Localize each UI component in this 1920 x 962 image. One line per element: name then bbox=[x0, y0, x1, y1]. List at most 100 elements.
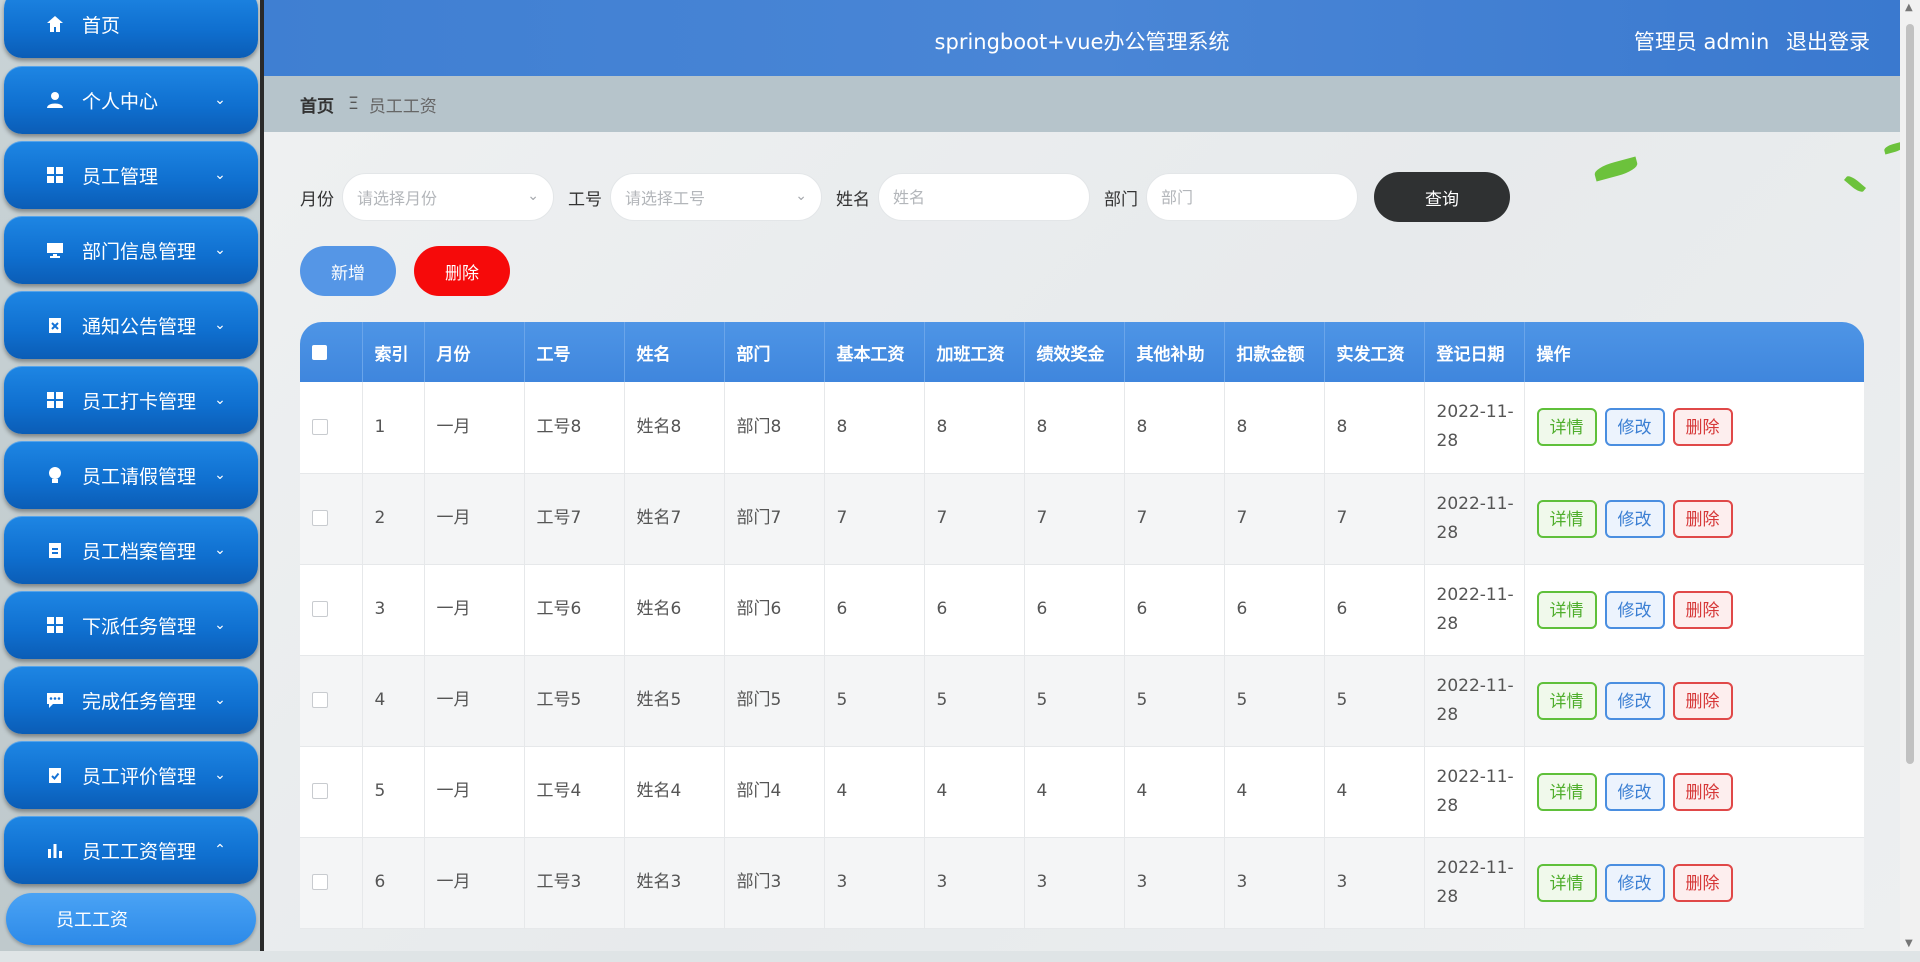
table-cell: 7 bbox=[924, 473, 1025, 565]
table-cell: 4 bbox=[1224, 746, 1325, 838]
leaf-decoration bbox=[1592, 156, 1640, 182]
chevron-down-icon: ⌄ bbox=[214, 92, 226, 108]
dept-input[interactable] bbox=[1146, 173, 1358, 221]
sidebar-item-2[interactable]: 个人中心 ⌄ bbox=[4, 66, 258, 134]
table-cell: 部门6 bbox=[724, 564, 825, 656]
row-delete-button[interactable]: 删除 bbox=[1672, 772, 1733, 811]
table-cell: 5 bbox=[924, 655, 1025, 747]
sidebar-item-4[interactable]: 部门信息管理 ⌄ bbox=[4, 216, 258, 284]
sidebar-item-9[interactable]: 下派任务管理 ⌄ bbox=[4, 591, 258, 659]
page-scrollbar[interactable]: ▲ ▼ bbox=[1900, 0, 1920, 951]
month-select[interactable]: 请选择月份 ⌄ bbox=[342, 173, 554, 221]
row-delete-button[interactable]: 删除 bbox=[1672, 681, 1733, 720]
table-cell: 工号8 bbox=[524, 382, 625, 474]
row-checkbox-cell[interactable] bbox=[300, 746, 363, 838]
sidebar-item-8[interactable]: 员工档案管理 ⌄ bbox=[4, 516, 258, 584]
breadcrumb-home[interactable]: 首页 bbox=[300, 92, 334, 117]
add-button[interactable]: 新增 bbox=[300, 246, 396, 296]
table-cell: 7 bbox=[824, 473, 925, 565]
detail-button[interactable]: 详情 bbox=[1536, 408, 1597, 447]
dept-label: 部门 bbox=[1104, 189, 1138, 210]
checkbox-icon[interactable] bbox=[312, 601, 328, 617]
logout-link[interactable]: 退出登录 bbox=[1786, 30, 1870, 54]
sidebar-item-11[interactable]: 员工评价管理 ⌄ bbox=[4, 741, 258, 809]
checkbox-icon[interactable] bbox=[312, 783, 328, 799]
actions-cell: 详情 修改 删除 bbox=[1524, 473, 1864, 565]
detail-button[interactable]: 详情 bbox=[1536, 772, 1597, 811]
row-delete-button[interactable]: 删除 bbox=[1672, 408, 1733, 447]
clipboard-check-icon bbox=[44, 764, 66, 786]
row-checkbox-cell[interactable] bbox=[300, 382, 363, 474]
scroll-down-icon[interactable]: ▼ bbox=[1905, 938, 1913, 949]
sidebar-item-6[interactable]: 员工打卡管理 ⌄ bbox=[4, 366, 258, 434]
date-part: 28 bbox=[1436, 522, 1459, 543]
checkbox-icon[interactable] bbox=[312, 874, 328, 890]
row-checkbox-cell[interactable] bbox=[300, 837, 363, 929]
sidebar-item-label: 首页 bbox=[82, 14, 121, 37]
name-input[interactable] bbox=[878, 173, 1090, 221]
chevron-down-icon: ⌄ bbox=[795, 188, 807, 204]
salary-table: 索引 月份 工号 姓名 部门 基本工资 加班工资 绩效奖金 其他补助 扣款金额 实发工资 登记日期 操作… bbox=[300, 322, 1864, 929]
chevron-down-icon: ⌄ bbox=[214, 317, 226, 333]
sidebar-item-3[interactable]: 员工管理 ⌄ bbox=[4, 141, 258, 209]
sidebar-item-1[interactable]: 首页 bbox=[4, 0, 258, 58]
table-cell: 5 bbox=[1124, 655, 1225, 747]
row-checkbox-cell[interactable] bbox=[300, 655, 363, 747]
date-cell: 2022-11- 28 bbox=[1424, 564, 1525, 656]
sidebar-item-label: 员工档案管理 bbox=[82, 540, 197, 563]
chevron-up-icon: ⌃ bbox=[214, 842, 226, 858]
edit-button[interactable]: 修改 bbox=[1604, 681, 1665, 720]
table-cell: 工号7 bbox=[524, 473, 625, 565]
checkbox-icon[interactable] bbox=[312, 692, 328, 708]
checkbox-icon[interactable] bbox=[312, 418, 328, 435]
select-all-checkbox[interactable] bbox=[300, 322, 363, 382]
checkbox-icon[interactable] bbox=[312, 344, 327, 360]
row-delete-button[interactable]: 删除 bbox=[1672, 590, 1733, 629]
edit-button[interactable]: 修改 bbox=[1604, 408, 1665, 447]
table-row: 6 一月 工号3 姓名3 部门3 3 3 3 3 3 3 2022-11- 28 详情 修改 删除 bbox=[300, 837, 1864, 929]
table-cell: 姓名6 bbox=[624, 564, 725, 656]
batch-delete-button[interactable]: 删除 bbox=[414, 246, 510, 296]
table-cell: 6 bbox=[1024, 564, 1125, 656]
query-button[interactable]: 查询 bbox=[1374, 172, 1510, 222]
table-cell: 部门4 bbox=[724, 746, 825, 838]
edit-button[interactable]: 修改 bbox=[1604, 863, 1665, 902]
edit-button[interactable]: 修改 bbox=[1604, 772, 1665, 811]
chevron-down-icon: ⌄ bbox=[214, 467, 226, 483]
grid-icon bbox=[44, 614, 66, 636]
detail-button[interactable]: 详情 bbox=[1536, 499, 1597, 538]
actions-cell: 详情 修改 删除 bbox=[1524, 382, 1864, 474]
column-header: 绩效奖金 bbox=[1024, 322, 1125, 382]
row-checkbox-cell[interactable] bbox=[300, 473, 363, 565]
chevron-down-icon: ⌄ bbox=[214, 617, 226, 633]
column-header: 登记日期 bbox=[1424, 322, 1525, 382]
table-cell: 部门7 bbox=[724, 473, 825, 565]
chevron-down-icon: ⌄ bbox=[214, 167, 226, 183]
sidebar-item-10[interactable]: 完成任务管理 ⌄ bbox=[4, 666, 258, 734]
edit-button[interactable]: 修改 bbox=[1604, 499, 1665, 538]
scrollbar-thumb[interactable] bbox=[1906, 24, 1914, 764]
table-cell: 6 bbox=[1224, 564, 1325, 656]
grid-icon bbox=[44, 164, 66, 186]
row-delete-button[interactable]: 删除 bbox=[1672, 863, 1733, 902]
date-cell: 2022-11- 28 bbox=[1424, 746, 1525, 838]
checkbox-icon[interactable] bbox=[312, 510, 328, 526]
detail-button[interactable]: 详情 bbox=[1536, 590, 1597, 629]
detail-button[interactable]: 详情 bbox=[1536, 681, 1597, 720]
sidebar-item-12[interactable]: 员工工资管理 ⌃ bbox=[4, 816, 258, 884]
salary-table-wrapper: 索引 月份 工号 姓名 部门 基本工资 加班工资 绩效奖金 其他补助 扣款金额 实发工资 登记日期 操作… bbox=[300, 322, 1864, 962]
sidebar-item-5[interactable]: 通知公告管理 ⌄ bbox=[4, 291, 258, 359]
chat-icon bbox=[44, 689, 66, 711]
scroll-up-icon[interactable]: ▲ bbox=[1905, 2, 1913, 13]
detail-button[interactable]: 详情 bbox=[1536, 863, 1597, 902]
monitor-icon bbox=[44, 239, 66, 261]
row-checkbox-cell[interactable] bbox=[300, 564, 363, 656]
table-row: 1 一月 工号8 姓名8 部门8 8 8 8 8 8 8 2022-11- 28 详情 修改 删除 bbox=[300, 382, 1864, 474]
edit-button[interactable]: 修改 bbox=[1604, 590, 1665, 629]
id-select[interactable]: 请选择工号 ⌄ bbox=[610, 173, 822, 221]
row-delete-button[interactable]: 删除 bbox=[1672, 499, 1733, 538]
sidebar-item-7[interactable]: 员工请假管理 ⌄ bbox=[4, 441, 258, 509]
table-cell: 1 bbox=[362, 382, 425, 474]
table-row: 5 一月 工号4 姓名4 部门4 4 4 4 4 4 4 2022-11- 28 详情 修改 删除 bbox=[300, 746, 1864, 838]
sidebar-subitem-salary[interactable]: 员工工资 bbox=[6, 893, 256, 945]
